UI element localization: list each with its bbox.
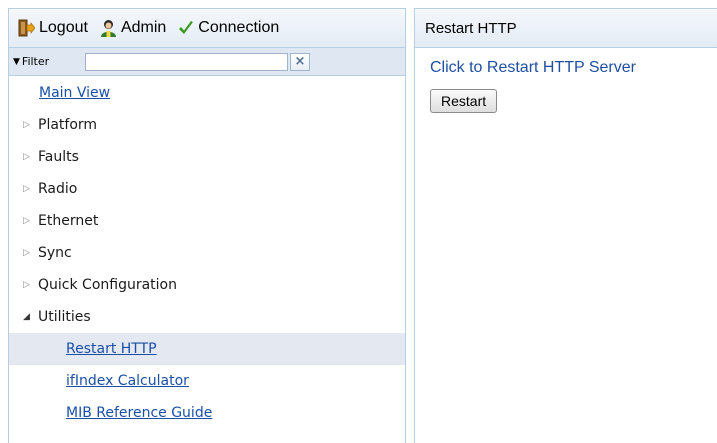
navigation-panel: Logout Admin Connection ▼ Filter × Main … bbox=[8, 8, 406, 443]
nav-label-utilities: Utilities bbox=[38, 309, 91, 325]
restart-button[interactable]: Restart bbox=[430, 89, 498, 113]
admin-label: Admin bbox=[120, 19, 167, 36]
checkmark-icon bbox=[179, 21, 194, 34]
expand-arrow-icon[interactable]: ▷ bbox=[23, 216, 35, 226]
nav-item-sync[interactable]: ▷ Sync bbox=[9, 237, 405, 269]
connection-status[interactable]: Connection bbox=[178, 19, 279, 37]
nav-item-radio[interactable]: ▷ Radio bbox=[9, 173, 405, 205]
nav-item-ethernet[interactable]: ▷ Ethernet bbox=[9, 205, 405, 237]
ifindex-calculator-link[interactable]: ifIndex Calculator bbox=[66, 373, 189, 389]
user-icon bbox=[100, 20, 116, 37]
logout-door-icon bbox=[18, 19, 35, 37]
expand-arrow-icon[interactable]: ▷ bbox=[23, 120, 35, 130]
page-header: Restart HTTP bbox=[415, 9, 717, 48]
admin-button[interactable]: Admin bbox=[100, 19, 166, 37]
nav-label-platform: Platform bbox=[38, 117, 98, 133]
content-panel: Restart HTTP Click to Restart HTTP Serve… bbox=[414, 8, 717, 443]
page-title: Restart HTTP bbox=[425, 19, 517, 37]
instruction-text: Click to Restart HTTP Server bbox=[430, 59, 636, 76]
logout-label: Logout bbox=[39, 19, 88, 36]
nav-item-quick-configuration[interactable]: ▷ Quick Configuration bbox=[9, 269, 405, 301]
filter-arrow-icon: ▼ bbox=[13, 56, 20, 67]
navigation-tree: Main View ▷ Platform ▷ Faults ▷ Radio ▷ … bbox=[9, 76, 405, 429]
nav-label-radio: Radio bbox=[38, 181, 78, 197]
filter-bar: ▼ Filter × bbox=[9, 48, 405, 76]
top-toolbar: Logout Admin Connection bbox=[9, 9, 405, 48]
filter-label: Filter bbox=[21, 55, 50, 68]
nav-item-utilities[interactable]: ◢ Utilities bbox=[9, 301, 405, 333]
clear-filter-button[interactable]: × bbox=[290, 52, 310, 71]
connection-label: Connection bbox=[198, 19, 280, 36]
expand-arrow-icon[interactable]: ▷ bbox=[23, 152, 35, 162]
nav-item-platform[interactable]: ▷ Platform bbox=[9, 109, 405, 141]
logout-button[interactable]: Logout bbox=[18, 19, 88, 37]
close-icon: × bbox=[294, 54, 306, 69]
nav-label-sync: Sync bbox=[38, 245, 72, 261]
nav-item-ifindex-calculator[interactable]: ifIndex Calculator bbox=[9, 365, 405, 397]
nav-item-mib-reference-guide[interactable]: MIB Reference Guide bbox=[9, 397, 405, 429]
expand-arrow-icon[interactable]: ▷ bbox=[23, 184, 35, 194]
restart-http-link[interactable]: Restart HTTP bbox=[66, 341, 157, 357]
nav-item-faults[interactable]: ▷ Faults bbox=[9, 141, 405, 173]
nav-label-quick-configuration: Quick Configuration bbox=[38, 277, 177, 293]
nav-label-faults: Faults bbox=[38, 149, 79, 165]
collapse-arrow-icon[interactable]: ◢ bbox=[23, 312, 35, 322]
nav-item-main-view[interactable]: Main View bbox=[9, 76, 405, 109]
nav-label-ethernet: Ethernet bbox=[38, 213, 99, 229]
nav-item-restart-http[interactable]: Restart HTTP bbox=[9, 333, 405, 365]
filter-input[interactable] bbox=[85, 52, 288, 71]
main-view-link[interactable]: Main View bbox=[39, 85, 110, 101]
filter-toggle[interactable]: ▼ Filter bbox=[13, 55, 85, 68]
expand-arrow-icon[interactable]: ▷ bbox=[23, 280, 35, 290]
mib-reference-guide-link[interactable]: MIB Reference Guide bbox=[66, 405, 212, 421]
expand-arrow-icon[interactable]: ▷ bbox=[23, 248, 35, 258]
page-body: Click to Restart HTTP Server Restart bbox=[415, 48, 717, 113]
